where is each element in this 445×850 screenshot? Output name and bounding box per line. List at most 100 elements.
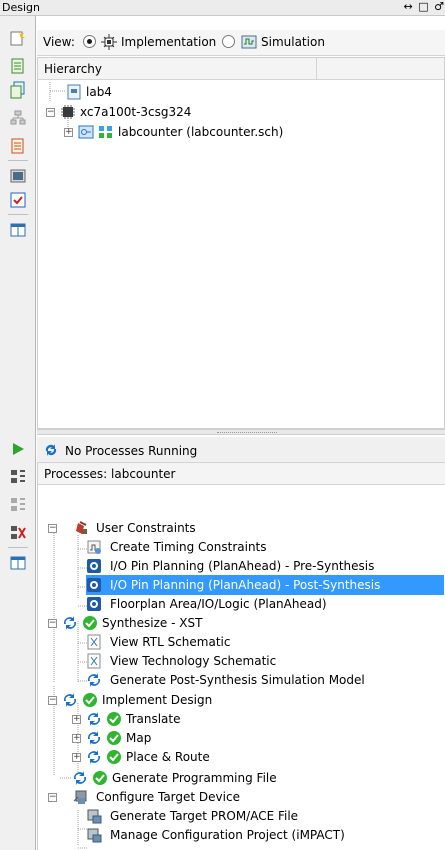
panel-layout-icon[interactable] [8,220,28,240]
expand-toggle[interactable]: + [72,752,81,762]
process-ok-icon [92,770,108,786]
hierarchy-node-top-module[interactable]: + labcounter (labcounter.sch) [64,122,283,142]
hierarchy-header-label: Hierarchy [44,62,103,76]
process-label: View Technology Schematic [110,654,277,668]
window-controls[interactable]: ↔ □ ♂ [404,0,445,13]
hierarchy-node-label: labcounter (labcounter.sch) [118,125,284,139]
process-io-pin-planning-post[interactable]: I/O Pin Planning (PlanAhead) - Post-Synt… [86,575,444,595]
process-label: View RTL Schematic [110,635,231,649]
chip-icon [60,104,76,120]
device-file-icon [86,808,102,824]
process-ok-icon [82,692,98,708]
process-label: Floorplan Area/IO/Logic (PlanAhead) [110,597,327,611]
expand-toggle[interactable]: + [64,127,73,137]
simulation-label[interactable]: Simulation [261,35,325,49]
process-label: Generate Programming File [112,771,277,785]
process-ok-icon [106,711,122,727]
collapse-toggle[interactable]: − [48,523,57,533]
process-ok-icon [106,730,122,746]
device-icon [62,789,92,805]
run-icon [86,749,102,765]
run-icon [86,672,102,688]
project-file-icon [66,84,82,100]
process-view-technology-schematic[interactable]: View Technology Schematic [86,651,276,671]
planahead-icon [86,558,102,574]
view-label: View: [43,35,75,49]
process-status-bar: No Processes Running [37,437,445,463]
processes-panel: Processes: labcounter − User Constraints… [37,463,445,850]
rerun-icon[interactable] [8,467,28,487]
process-label: I/O Pin Planning (PlanAhead) - Pre-Synth… [110,559,375,573]
collapse-toggle[interactable]: − [48,618,57,628]
process-label: Create Timing Constraints [110,540,267,554]
expand-toggle[interactable]: + [72,714,81,724]
add-source-icon[interactable] [8,56,28,76]
process-map[interactable]: + Map [72,728,151,748]
hierarchy-node-project[interactable]: lab4 [66,82,112,102]
implementation-label[interactable]: Implementation [121,35,216,49]
process-status-text: No Processes Running [65,444,198,458]
run-icon [62,692,78,708]
process-label: User Constraints [96,521,196,535]
panel-splitter[interactable] [37,429,445,435]
collapse-toggle[interactable]: − [46,107,55,117]
expand-toggle[interactable]: + [72,733,81,743]
processes-toolbar [0,435,36,850]
process-implement-design[interactable]: − Implement Design [48,690,212,710]
process-ok-icon [106,749,122,765]
process-manage-configuration-project[interactable]: Manage Configuration Project (iMPACT) [86,825,345,845]
edit-properties-icon[interactable] [8,136,28,156]
process-translate[interactable]: + Translate [72,709,181,729]
processes-header-label: Processes: labcounter [44,467,176,481]
hierarchy-toolbar [0,16,36,435]
design-panel-titlebar: Design ↔ □ ♂ [0,0,445,16]
run-icon [86,711,102,727]
process-generate-target-prom[interactable]: Generate Target PROM/ACE File [86,806,298,826]
process-configure-target-device[interactable]: − Configure Target Device [48,787,240,807]
add-copy-source-icon[interactable] [8,80,28,100]
processes-header: Processes: labcounter [38,463,445,485]
process-label: Translate [126,712,181,726]
process-user-constraints[interactable]: − User Constraints [48,518,196,538]
process-synthesize-xst[interactable]: − Synthesize - XST [48,613,202,633]
process-floorplan-area[interactable]: Floorplan Area/IO/Logic (PlanAhead) [86,594,327,614]
process-label: I/O Pin Planning (PlanAhead) - Post-Synt… [110,578,381,592]
planahead-icon [86,596,102,612]
new-source-icon[interactable] [8,28,28,48]
collapse-toggle[interactable]: − [48,695,57,705]
rerun-all-icon[interactable] [8,495,28,515]
process-label: Generate Post-Synthesis Simulation Model [110,673,365,687]
planahead-icon [86,577,102,593]
process-generate-programming-file[interactable]: Generate Programming File [72,768,277,788]
simulation-radio[interactable] [222,35,235,48]
schematic-view-icon [86,653,102,669]
implementation-radio[interactable] [83,35,96,48]
hierarchy-node-label: lab4 [86,85,112,99]
collapse-toggle[interactable]: − [48,792,57,802]
run-icon[interactable] [8,439,28,459]
check-syntax-icon[interactable] [8,190,28,210]
implementation-icon [101,34,117,50]
processes-layout-icon[interactable] [8,553,28,573]
process-label: Map [126,731,152,745]
process-label: Configure Target Device [96,790,240,804]
hierarchy-structure-icon[interactable] [8,108,28,128]
timing-icon [86,539,102,555]
process-label: Manage Configuration Project (iMPACT) [110,828,345,842]
process-create-timing-constraints[interactable]: Create Timing Constraints [86,537,267,557]
schematic-module-icon [98,124,114,140]
process-io-pin-planning-pre[interactable]: I/O Pin Planning (PlanAhead) - Pre-Synth… [86,556,374,576]
hierarchy-node-device[interactable]: − xc7a100t-3csg324 [46,102,191,122]
stop-icon[interactable] [8,523,28,543]
panel-title: Design [2,1,40,14]
process-place-route[interactable]: + Place & Route [72,747,210,767]
simulation-icon [241,34,257,50]
constraints-icon [62,520,92,536]
process-generate-post-synthesis-sim[interactable]: Generate Post-Synthesis Simulation Model [86,670,365,690]
design-summary-icon[interactable] [8,166,28,186]
module-icon [78,124,94,140]
hierarchy-panel: Hierarchy lab4 − xc7a100t-3csg324 + labc… [37,57,445,429]
hierarchy-node-label: xc7a100t-3csg324 [80,105,192,119]
schematic-view-icon [86,634,102,650]
process-view-rtl-schematic[interactable]: View RTL Schematic [86,632,230,652]
